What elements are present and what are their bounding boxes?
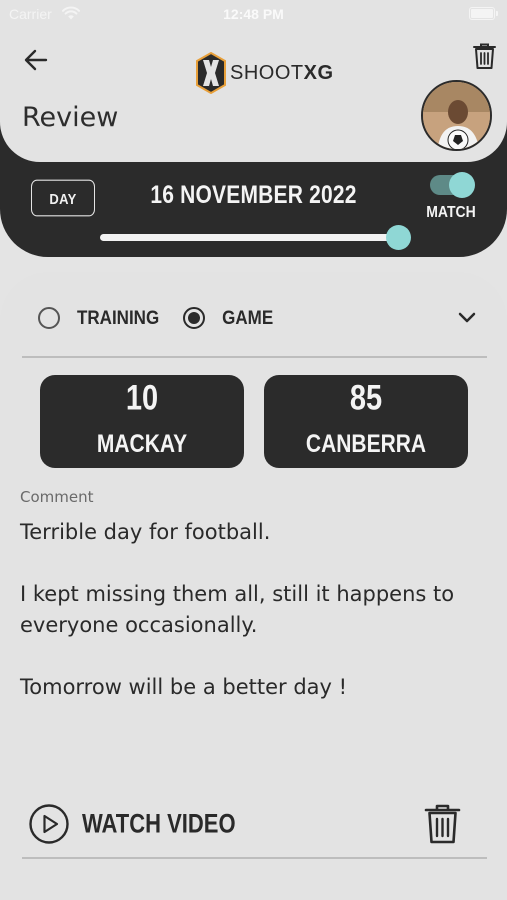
logo-mark-icon <box>196 52 226 94</box>
delete-video-trash-icon[interactable] <box>424 803 461 845</box>
divider <box>22 356 487 358</box>
logo-text-bold: XG <box>303 61 334 84</box>
score-value: 10 <box>125 379 159 419</box>
logo-text-light: SHOOT <box>230 61 304 84</box>
page-title: Review <box>22 102 119 133</box>
score-value: 85 <box>349 379 383 419</box>
comment-text[interactable]: Terrible day for football. I kept missin… <box>20 517 490 703</box>
status-bar: Carrier 12:48 PM <box>0 0 507 30</box>
battery-icon <box>469 7 498 20</box>
date-slider[interactable] <box>100 234 398 241</box>
score-card-home: 10 MACKAY <box>40 375 244 468</box>
shootxg-logo: SHOOTXG <box>196 52 334 94</box>
date-slider-thumb[interactable] <box>386 225 411 250</box>
session-type-selector: TRAINING GAME <box>38 305 297 331</box>
radio-game[interactable] <box>183 307 206 329</box>
status-time: 12:48 PM <box>223 6 284 22</box>
team-name: CANBERRA <box>305 430 427 459</box>
comment-label: Comment <box>20 488 94 506</box>
watch-video-label: WATCH VIDEO <box>82 808 236 839</box>
avatar[interactable] <box>421 80 492 151</box>
radio-game-label[interactable]: GAME <box>222 307 273 330</box>
match-toggle-label: MATCH <box>426 201 476 221</box>
match-toggle[interactable] <box>430 172 475 198</box>
chevron-down-icon[interactable] <box>457 311 477 325</box>
back-arrow-icon[interactable] <box>22 47 50 73</box>
score-card-away: 85 CANBERRA <box>264 375 468 468</box>
delete-trash-icon[interactable] <box>472 42 497 70</box>
logo-text: SHOOTXG <box>230 62 334 85</box>
divider <box>22 857 487 859</box>
team-name: MACKAY <box>96 430 188 459</box>
match-toggle-knob <box>449 172 475 198</box>
radio-training-label[interactable]: TRAINING <box>77 307 159 330</box>
radio-training[interactable] <box>38 307 60 329</box>
play-circle-icon <box>29 804 69 844</box>
watch-video-button[interactable]: WATCH VIDEO <box>28 802 236 846</box>
